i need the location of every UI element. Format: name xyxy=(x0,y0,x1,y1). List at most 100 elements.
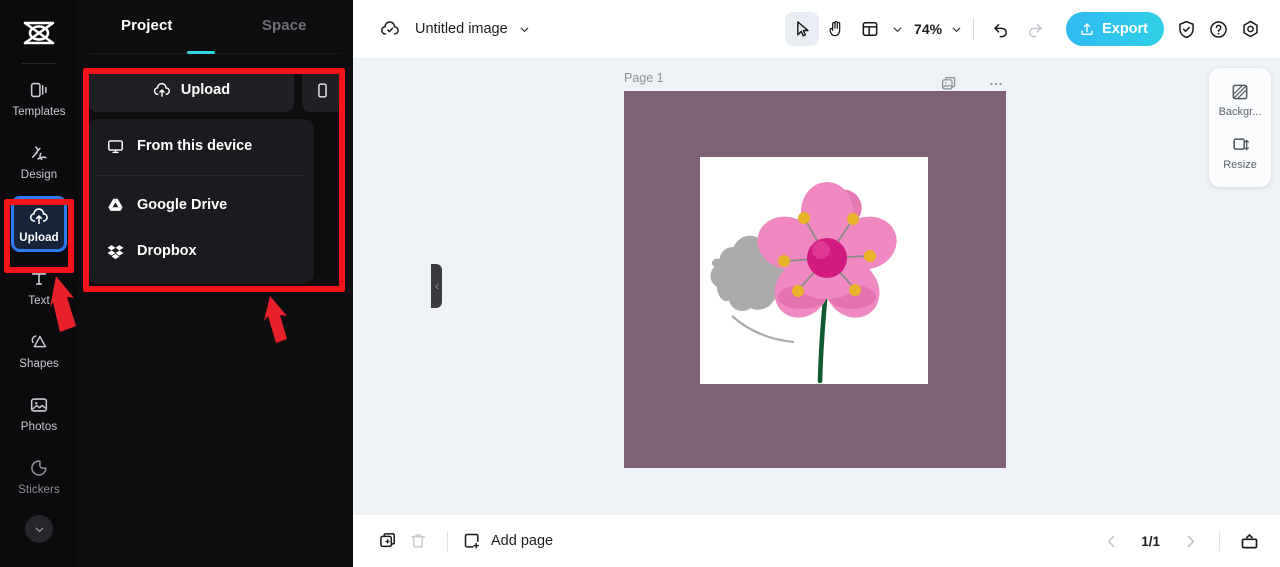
menu-item-from-this-device[interactable]: From this device xyxy=(88,123,314,169)
bottom-divider-2 xyxy=(1219,531,1220,551)
stickers-icon xyxy=(31,459,47,476)
sidebar-item-label: Text xyxy=(28,294,50,307)
bottom-divider xyxy=(447,531,448,551)
cloud-saved-icon xyxy=(379,18,401,40)
upload-source-menu: From this device Google Drive Dropbox xyxy=(88,119,314,284)
expand-sidebar-button[interactable] xyxy=(25,515,53,543)
dock-item-label: Backgr... xyxy=(1218,106,1262,118)
help-button[interactable] xyxy=(1202,13,1234,45)
canvas-area[interactable]: Page 1 Backgr... Resize xyxy=(353,58,1280,515)
delete-page-button[interactable] xyxy=(403,526,433,556)
select-tool-button[interactable] xyxy=(785,12,820,46)
hand-tool-button[interactable] xyxy=(819,12,853,46)
page-artwork xyxy=(624,91,1006,468)
chevron-down-icon xyxy=(520,27,529,32)
google-drive-icon xyxy=(108,198,123,211)
upload-cloud-icon xyxy=(30,207,48,224)
sidebar-item-label: Design xyxy=(20,168,58,181)
layout-menu-button[interactable] xyxy=(891,23,904,36)
redo-icon xyxy=(1029,24,1042,38)
undo-button[interactable] xyxy=(984,12,1018,46)
chevron-down-icon xyxy=(952,27,961,32)
sidebar-item-label: Templates xyxy=(12,105,66,118)
upload-section: Upload From this device Google Drive Dro… xyxy=(88,68,343,284)
dock-item-label: Resize xyxy=(1223,159,1257,171)
present-icon xyxy=(1241,533,1257,548)
collapse-panel-handle[interactable] xyxy=(431,264,442,308)
add-page-label: Add page xyxy=(491,533,554,549)
shield-check-icon xyxy=(1178,20,1194,38)
dropbox-icon xyxy=(107,244,124,259)
cursor-arrow-icon xyxy=(797,21,809,37)
menu-item-label: Google Drive xyxy=(137,197,228,213)
chevron-left-icon xyxy=(434,283,438,289)
duplicate-page-button[interactable] xyxy=(373,526,403,556)
upload-button[interactable]: Upload xyxy=(88,68,294,112)
sidebar-item-label: Photos xyxy=(20,420,58,433)
sidebar-item-label: Upload xyxy=(19,231,59,244)
main-area: Untitled image 74% Export Page 1 Backgr.… xyxy=(353,0,1280,567)
sidebar-item-shapes[interactable]: Shapes xyxy=(11,322,67,378)
tab-space[interactable]: Space xyxy=(216,17,354,34)
active-tab-indicator xyxy=(187,50,215,54)
redo-button[interactable] xyxy=(1018,12,1052,46)
zoom-level[interactable]: 74% xyxy=(914,21,942,37)
shield-check-button[interactable] xyxy=(1170,13,1202,45)
text-icon xyxy=(31,272,47,285)
document-title-menu-button[interactable] xyxy=(518,23,531,36)
page-label: Page 1 xyxy=(624,71,664,85)
settings-button[interactable] xyxy=(1234,13,1266,45)
design-icon xyxy=(31,145,47,160)
photos-icon xyxy=(30,397,48,412)
export-button-label: Export xyxy=(1102,21,1148,37)
add-page-button[interactable]: Add page xyxy=(462,531,553,551)
chevron-right-icon xyxy=(1187,535,1194,547)
bottom-toolbar: Add page 1/1 xyxy=(353,515,1280,567)
background-button[interactable]: Backgr... xyxy=(1212,77,1268,123)
chevron-down-icon xyxy=(893,27,902,32)
menu-item-google-drive[interactable]: Google Drive xyxy=(88,182,314,228)
upload-panel: Project Space Upload From this device Go… xyxy=(78,0,442,567)
templates-icon xyxy=(30,82,47,97)
panel-tabs: Project Space xyxy=(78,0,354,54)
upload-button-label: Upload xyxy=(180,82,231,98)
previous-page-button[interactable] xyxy=(1096,526,1126,556)
page-indicator: 1/1 xyxy=(1141,533,1160,549)
sidebar-item-text[interactable]: Text xyxy=(11,259,67,315)
duplicate-page-icon xyxy=(380,533,395,548)
sidebar-item-label: Stickers xyxy=(18,483,60,496)
menu-item-label: From this device xyxy=(137,138,253,154)
document-title[interactable]: Untitled image xyxy=(415,21,508,37)
rail-divider xyxy=(22,63,56,64)
export-button[interactable]: Export xyxy=(1066,12,1164,46)
sidebar-item-upload[interactable]: Upload xyxy=(11,196,67,252)
capcut-logo-icon[interactable] xyxy=(17,14,61,54)
chevron-left-icon xyxy=(1107,535,1115,547)
export-upload-icon xyxy=(1081,23,1093,35)
upload-button-row: Upload xyxy=(88,68,343,112)
app-root: Templates Design Upload Text Shapes Phot… xyxy=(0,0,1280,567)
next-page-button[interactable] xyxy=(1175,526,1205,556)
add-page-icon xyxy=(464,533,479,549)
toolbar-divider xyxy=(973,18,975,40)
resize-button[interactable]: Resize xyxy=(1212,130,1268,176)
sidebar-item-design[interactable]: Design xyxy=(11,133,67,189)
sidebar-item-label: Shapes xyxy=(19,357,59,370)
upload-from-phone-button[interactable] xyxy=(302,68,343,112)
menu-item-dropbox[interactable]: Dropbox xyxy=(88,228,314,274)
sidebar-item-photos[interactable]: Photos xyxy=(11,385,67,441)
sidebar-item-templates[interactable]: Templates xyxy=(11,70,67,126)
shapes-icon xyxy=(31,334,47,347)
undo-icon xyxy=(994,24,1007,38)
zoom-menu-button[interactable] xyxy=(950,23,963,36)
present-button[interactable] xyxy=(1234,526,1264,556)
tab-project[interactable]: Project xyxy=(78,17,216,34)
sidebar-item-stickers[interactable]: Stickers xyxy=(11,448,67,504)
right-dock: Backgr... Resize xyxy=(1209,68,1271,187)
page-canvas[interactable] xyxy=(624,91,1006,468)
menu-divider xyxy=(98,175,304,176)
menu-item-label: Dropbox xyxy=(137,243,197,259)
layout-tool-button[interactable] xyxy=(853,12,887,46)
left-rail: Templates Design Upload Text Shapes Phot… xyxy=(0,0,78,567)
monitor-icon xyxy=(108,139,123,153)
